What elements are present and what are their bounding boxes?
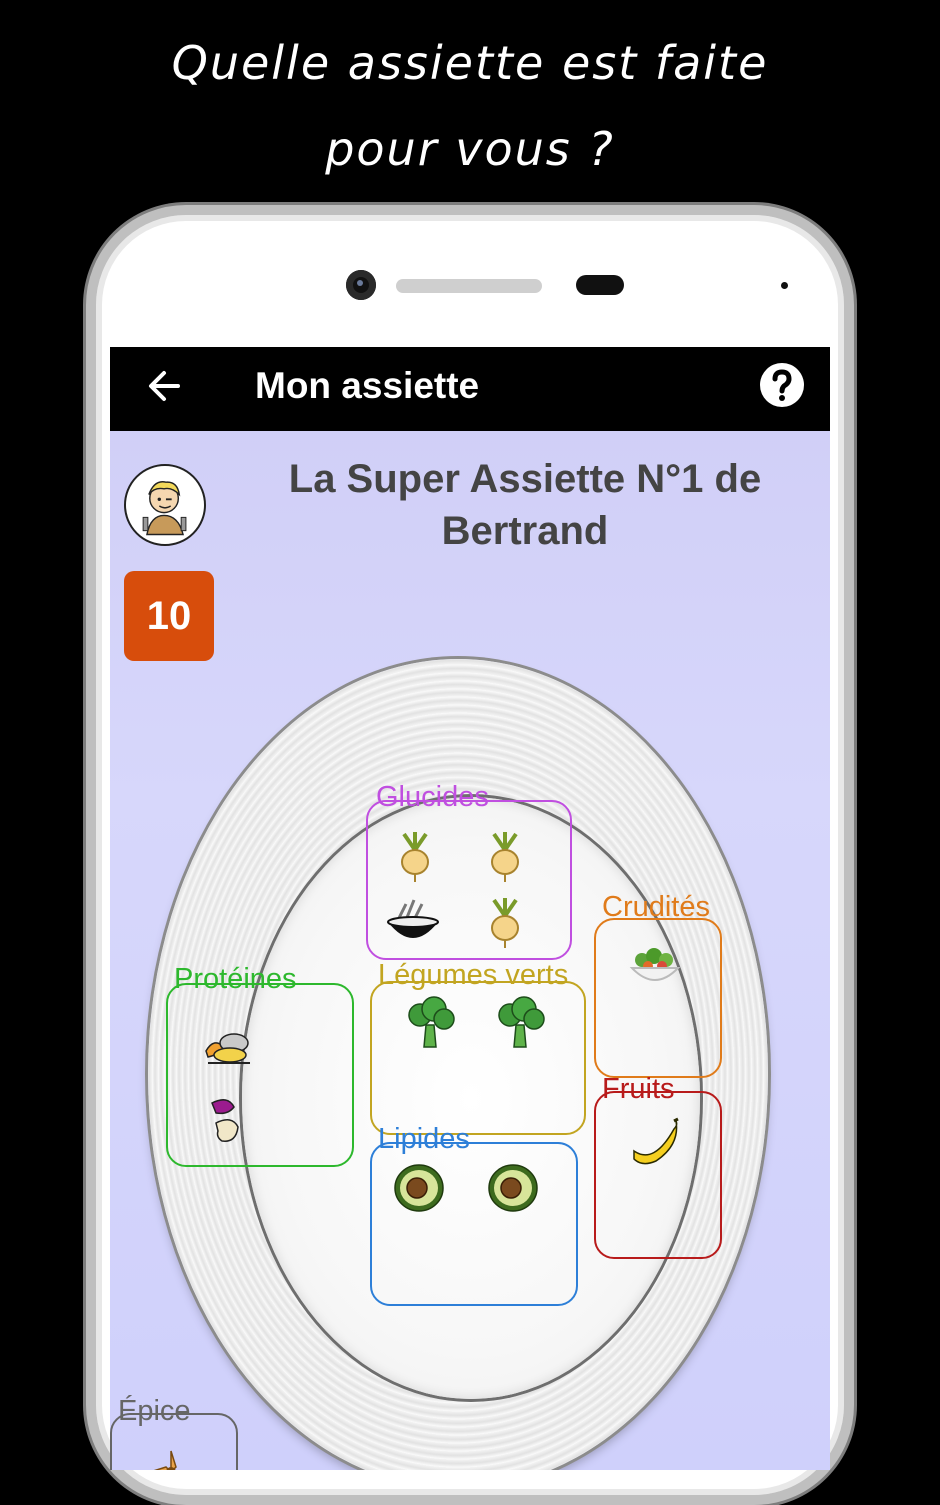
- zone-proteines[interactable]: [166, 983, 354, 1167]
- zone-cruditees[interactable]: [594, 918, 722, 1078]
- app-bar: Mon assiette: [110, 347, 830, 431]
- turnip-icon: [491, 832, 519, 882]
- zone-lipides[interactable]: [370, 1142, 578, 1306]
- avocado-icon: [488, 1164, 538, 1212]
- beans-icon: [211, 1099, 239, 1142]
- banana-icon: [633, 1117, 679, 1165]
- zone-label-glucides: Glucides: [376, 781, 489, 813]
- arrow-left-icon[interactable]: [140, 361, 190, 411]
- zone-fruits[interactable]: [594, 1091, 722, 1259]
- proximity-sensor: [576, 275, 624, 295]
- help-circle-icon[interactable]: [758, 361, 806, 409]
- meat-fish-icon: [205, 1033, 250, 1064]
- zone-label-legumes-verts: Légumes verts: [378, 959, 569, 991]
- avocado-icon: [394, 1164, 444, 1212]
- turnip-icon: [491, 898, 519, 948]
- zone-legumes-verts[interactable]: [370, 981, 586, 1135]
- spice-flower-icon: [153, 1450, 177, 1470]
- broccoli-icon: [498, 996, 545, 1048]
- zone-label-cruditees: Crudités: [602, 891, 710, 923]
- promo-title-line-2: pour vous ?: [325, 122, 615, 176]
- zone-label-epice: Épice: [118, 1395, 191, 1427]
- zone-label-lipides: Lipides: [378, 1123, 470, 1155]
- app-bar-title: Mon assiette: [255, 365, 480, 406]
- zone-glucides[interactable]: [366, 800, 572, 960]
- promo-title-line-1: Quelle assiette est faite: [171, 36, 769, 90]
- turnip-icon: [401, 832, 429, 882]
- salad-bowl-icon: [629, 948, 681, 981]
- avatar[interactable]: [124, 464, 206, 546]
- earpiece-speaker: [396, 279, 542, 293]
- app-screen: Mon assiette La Super Assiette N°1 de Be…: [110, 347, 830, 1470]
- zone-label-proteines: Protéines: [174, 963, 297, 995]
- broccoli-icon: [408, 996, 455, 1048]
- rice-bowl-icon: [387, 899, 439, 938]
- score-badge[interactable]: 10: [124, 571, 214, 661]
- sensor-dot: [781, 282, 788, 289]
- page-title: La Super Assiette N°1 de Bertrand: [288, 457, 762, 553]
- front-camera: [346, 270, 376, 300]
- zone-label-fruits: Fruits: [602, 1073, 675, 1105]
